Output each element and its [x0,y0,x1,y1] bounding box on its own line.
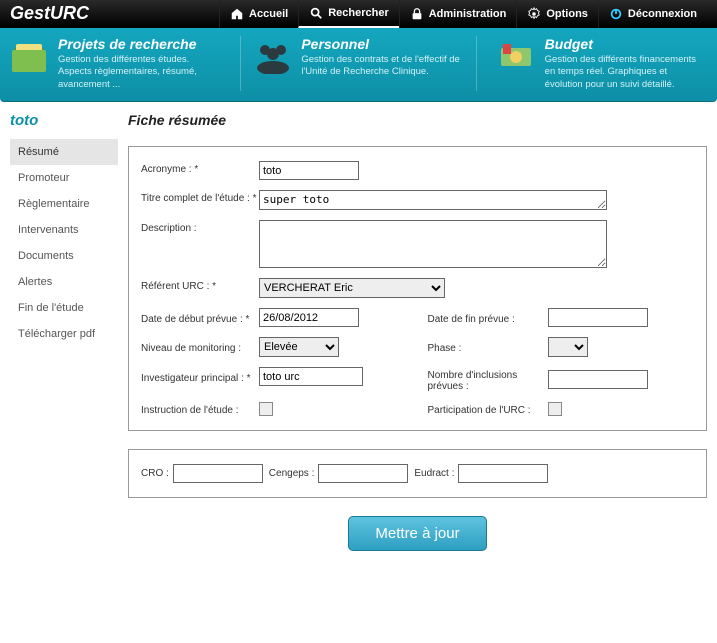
nav-options[interactable]: Options [516,0,598,28]
eudract-label: Eudract : [414,468,454,479]
sidebar-item-promoteur[interactable]: Promoteur [10,165,118,191]
end-date-label: Date de fin prévue : [418,311,548,325]
nav-admin[interactable]: Administration [399,0,517,28]
top-nav-bar: GestURC Accueil Rechercher Administratio… [0,0,717,28]
sidebar-item-r-sum-[interactable]: Résumé [10,139,118,165]
nav-options-label: Options [546,8,588,20]
cat-personnel[interactable]: Personnel Gestion des contrats et de l'e… [240,36,476,91]
monitoring-select[interactable]: Elevée [259,337,339,357]
update-button[interactable]: Mettre à jour [348,516,486,551]
instruction-label: Instruction de l'étude : [141,402,259,416]
nav-logout-label: Déconnexion [628,8,697,20]
ids-panel: CRO : Cengeps : Eudract : [128,449,707,498]
folder-icon [10,36,50,76]
inclusions-input[interactable] [548,370,648,389]
monitoring-label: Niveau de monitoring : [141,340,259,354]
sidebar-item-r-glementaire[interactable]: Règlementaire [10,191,118,217]
nav-admin-label: Administration [429,8,507,20]
start-date-label: Date de début prévue : * [141,311,259,325]
form-panel: Acronyme : * Titre complet de l'étude : … [128,146,707,431]
cat-projects-title: Projets de recherche [58,36,220,52]
end-date-input[interactable] [548,308,648,327]
money-icon [497,36,537,76]
cat-personnel-title: Personnel [301,36,463,52]
nav-search-label: Rechercher [328,7,389,19]
cat-budget-desc: Gestion des différents financements en t… [545,54,707,91]
sidebar-item-alertes[interactable]: Alertes [10,269,118,295]
title-input[interactable]: super toto [259,190,607,210]
nav-logout[interactable]: Déconnexion [598,0,707,28]
sidebar-item-t-l-charger-pdf[interactable]: Télécharger pdf [10,321,118,347]
main-nav: Accueil Rechercher Administration Option… [219,0,707,28]
cat-personnel-desc: Gestion des contrats et de l'effectif de… [301,54,463,79]
sidebar-item-documents[interactable]: Documents [10,243,118,269]
referent-select[interactable]: VERCHERAT Eric [259,278,445,298]
inclusions-label: Nombre d'inclusions prévues : [418,367,548,392]
cat-budget[interactable]: Budget Gestion des différents financemen… [497,36,707,91]
referent-label: Référent URC : * [141,278,259,292]
cat-budget-title: Budget [545,36,707,52]
people-icon [253,36,293,76]
instruction-checkbox[interactable] [259,402,273,416]
investigator-input[interactable] [259,367,363,386]
phase-select[interactable] [548,337,588,357]
cro-input[interactable] [173,464,263,483]
participation-label: Participation de l'URC : [418,402,548,416]
power-icon [609,7,623,21]
cat-projects[interactable]: Projets de recherche Gestion des différe… [10,36,220,91]
cengeps-input[interactable] [318,464,408,483]
sidebar: toto RésuméPromoteurRèglementaireInterve… [10,112,118,551]
nav-home[interactable]: Accueil [219,0,298,28]
start-date-input[interactable] [259,308,359,327]
category-bar: Projets de recherche Gestion des différe… [0,28,717,102]
gear-icon [527,7,541,21]
sidebar-item-fin-de-l-tude[interactable]: Fin de l'étude [10,295,118,321]
content: Fiche résumée Acronyme : * Titre complet… [128,112,717,551]
home-icon [230,7,244,21]
lock-icon [410,7,424,21]
sidebar-title: toto [10,112,118,129]
phase-label: Phase : [418,340,548,354]
title-label: Titre complet de l'étude : * [141,190,259,204]
description-label: Description : [141,220,259,234]
cro-label: CRO : [141,468,169,479]
eudract-input[interactable] [458,464,548,483]
acronym-label: Acronyme : * [141,161,259,175]
investigator-label: Investigateur principal : * [141,370,259,384]
nav-home-label: Accueil [249,8,288,20]
nav-search[interactable]: Rechercher [298,0,399,28]
sidebar-item-intervenants[interactable]: Intervenants [10,217,118,243]
acronym-input[interactable] [259,161,359,180]
app-title: GestURC [10,3,219,24]
cengeps-label: Cengeps : [269,468,315,479]
main-area: toto RésuméPromoteurRèglementaireInterve… [0,102,717,571]
cat-projects-desc: Gestion des différentes études. Aspects … [58,54,220,91]
page-title: Fiche résumée [128,112,707,128]
participation-checkbox[interactable] [548,402,562,416]
search-icon [309,6,323,20]
description-input[interactable] [259,220,607,268]
